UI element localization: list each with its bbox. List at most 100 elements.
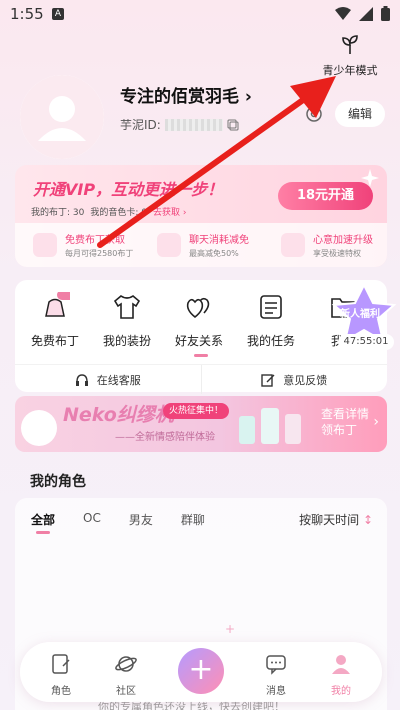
tab-boyfriend[interactable]: 男友 (129, 511, 153, 528)
status-bar: 1:55 A (0, 0, 400, 28)
perk-desc: 最高减免50% (189, 249, 239, 258)
cat-mascot-icon (21, 410, 57, 446)
battery-icon (381, 6, 390, 21)
sort-icon: ↕ (362, 513, 373, 527)
online-support-button[interactable]: 在线客服 (15, 365, 201, 394)
copy-icon[interactable] (227, 119, 239, 131)
signal-icon (359, 6, 373, 21)
chevron-right-icon: › (244, 87, 252, 107)
capsule-jars-icon (239, 408, 301, 444)
quick-my-outfit[interactable]: 我的装扮 (92, 292, 162, 349)
perk-title: 聊天消耗减免 (189, 235, 249, 246)
banner-cta-line2: 领布丁 (321, 423, 358, 437)
quick-tasks[interactable]: 我的任务 (236, 292, 306, 349)
notification-a-icon: A (52, 8, 64, 20)
tab-group-chat[interactable]: 群聊 (181, 511, 205, 528)
status-icons (335, 6, 390, 21)
chevron-right-icon: › (373, 414, 379, 430)
role-card-icon (52, 654, 70, 674)
perk-title: 免费布丁获取 (65, 235, 125, 246)
sort-label: 按聊天时间 (299, 513, 360, 527)
vip-perks: 免费布丁获取 每月可得2580布丁 聊天消耗减免 最高减免50% 心意加速升级 … (15, 223, 387, 267)
sort-button[interactable]: 按聊天时间 ↕ (299, 511, 373, 528)
percent-icon (157, 233, 181, 257)
nav-community[interactable]: 社区 (101, 652, 151, 697)
pudding-balance: 我的布丁: 30 (31, 208, 85, 218)
heart-hexagon-icon (281, 233, 305, 257)
status-time: 1:55 (10, 5, 44, 23)
avatar[interactable] (20, 75, 104, 159)
pudding-icon (33, 233, 57, 257)
sprout-icon (342, 35, 358, 54)
nav-roles[interactable]: 角色 (36, 652, 86, 697)
chat-bubble-icon (266, 655, 286, 675)
perk-title: 心意加速升级 (313, 235, 373, 246)
voice-card-balance: 我的音色卡: 0 (90, 208, 147, 218)
quick-bottom-row: 在线客服 意见反馈 (15, 364, 387, 394)
perk-desc: 每月可得2580布丁 (65, 249, 134, 258)
quick-free-pudding[interactable]: 免费布丁 (20, 290, 90, 349)
nav-label: 角色 (51, 686, 71, 697)
page-indicator (194, 354, 208, 357)
banner-cta[interactable]: 查看详情 领布丁 (321, 406, 369, 438)
tshirt-icon (113, 295, 141, 319)
headset-icon (75, 373, 88, 386)
uid-row: 芋泥ID: (120, 116, 239, 133)
task-list-icon (260, 295, 282, 319)
username-text: 专注的佰赏羽毛 (120, 87, 239, 107)
edit-button[interactable]: 编辑 (335, 101, 385, 127)
new-user-gift-badge[interactable]: 新人福利 47:55:01 (330, 283, 398, 363)
vip-open-button[interactable]: 18元开通 (278, 182, 373, 210)
vip-title: 开通VIP，互动更进一步！ (33, 180, 224, 199)
planet-icon (115, 656, 137, 672)
feedback-label: 意见反馈 (283, 373, 328, 387)
tab-all[interactable]: 全部 (31, 511, 55, 528)
youth-mode-label: 青少年模式 (322, 64, 378, 77)
youth-mode-button[interactable]: 青少年模式 (320, 34, 380, 78)
support-label: 在线客服 (96, 373, 141, 387)
default-avatar-icon (20, 75, 104, 159)
perk-chat-discount: 聊天消耗减免 最高减免50% (139, 223, 263, 267)
uid-value-blurred (164, 118, 223, 131)
quick-label: 我的任务 (246, 334, 295, 348)
edit-note-icon (261, 373, 275, 387)
neko-banner[interactable]: Neko纠缪机 火热征集中！ ——全新情感陪伴体验 查看详情 领布丁 › (15, 396, 387, 452)
nav-me[interactable]: 我的 (316, 652, 366, 697)
quick-label: 我的装扮 (102, 334, 151, 348)
banner-brand: Neko纠缪机 (63, 404, 174, 426)
quick-friends[interactable]: 好友关系 (164, 292, 234, 349)
feedback-button[interactable]: 意见反馈 (200, 365, 388, 394)
quick-label: 免费布丁 (30, 334, 79, 348)
roles-tabs: 全部 OC 男友 群聊 (31, 511, 205, 528)
sparkle-icon (361, 169, 379, 187)
nav-label: 我的 (331, 686, 351, 697)
wifi-icon (335, 6, 351, 20)
countdown-timer: 47:55:01 (338, 334, 394, 350)
perk-free-pudding: 免费布丁获取 每月可得2580布丁 (15, 223, 139, 267)
quick-label: 好友关系 (174, 334, 223, 348)
perk-speed-up: 心意加速升级 享受极速特权 (263, 223, 387, 267)
settings-gear-icon[interactable] (303, 103, 325, 125)
banner-subtitle: ——全新情感陪伴体验 (115, 432, 215, 443)
perk-desc: 享受极速特权 (313, 249, 361, 258)
hearts-icon (186, 297, 210, 319)
bottom-nav: 角色 社区 + 消息 我的 (20, 642, 382, 702)
tab-oc[interactable]: OC (83, 511, 101, 528)
pudding-icon (45, 290, 77, 317)
banner-badge: 火热征集中！ (163, 403, 230, 419)
vip-card[interactable]: 开通VIP，互动更进一步！ 我的布丁: 30 我的音色卡: 0 去获取 › 18… (15, 165, 387, 267)
active-tab-underline (36, 531, 50, 534)
username[interactable]: 专注的佰赏羽毛 › (120, 82, 252, 107)
person-icon (332, 655, 350, 674)
nav-label: 社区 (116, 686, 136, 697)
nav-label: 消息 (266, 686, 286, 697)
nav-messages[interactable]: 消息 (251, 652, 301, 697)
uid-label: 芋泥ID: (120, 118, 161, 132)
create-plus-button[interactable]: + (178, 648, 224, 694)
vip-balance-row: 我的布丁: 30 我的音色卡: 0 去获取 › (31, 205, 186, 218)
sparkle-icon: + (225, 622, 236, 636)
banner-cta-line1: 查看详情 (321, 407, 370, 421)
get-link[interactable]: 去获取 › (153, 205, 186, 218)
roles-section-title: 我的角色 (30, 474, 86, 490)
new-user-label: 新人福利 (340, 309, 380, 320)
